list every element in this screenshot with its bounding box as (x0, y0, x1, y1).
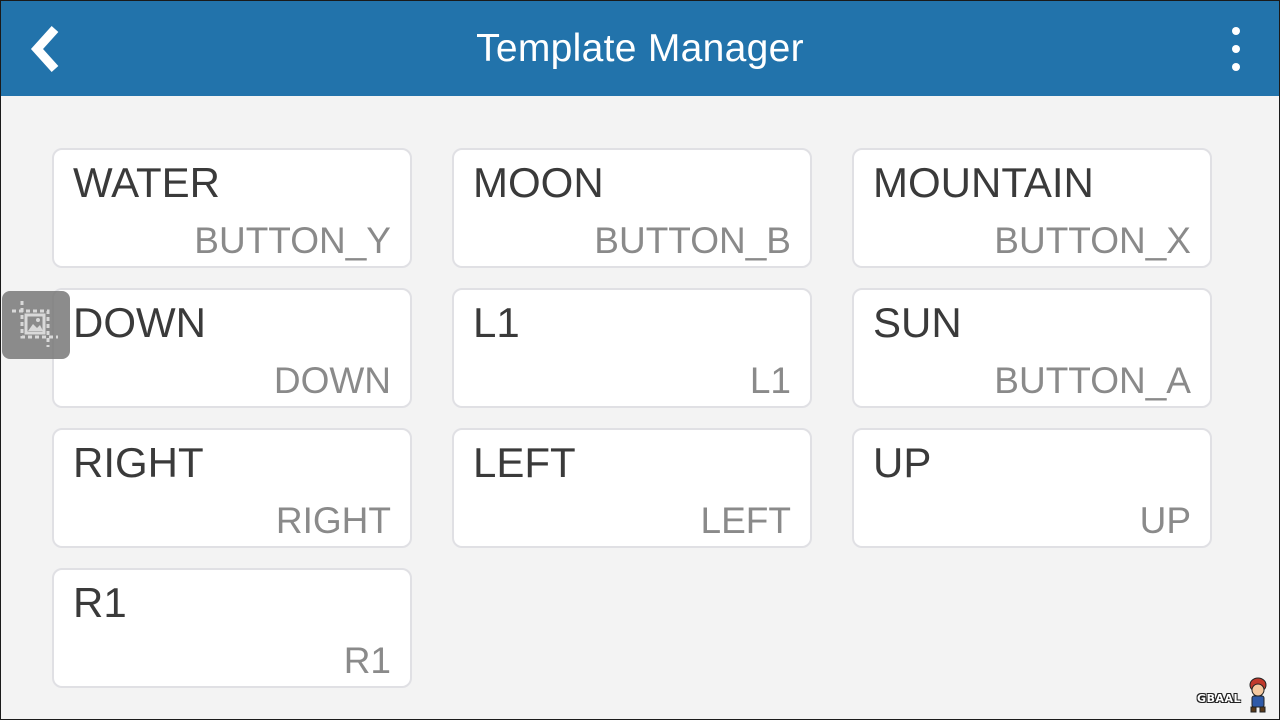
template-card[interactable]: MOUNTAIN BUTTON_X (852, 148, 1212, 268)
template-name: L1 (473, 299, 520, 346)
template-card[interactable]: WATER BUTTON_Y (52, 148, 412, 268)
template-name: WATER (73, 159, 220, 206)
template-mapping: R1 (343, 640, 391, 681)
template-name: DOWN (73, 299, 206, 346)
template-card[interactable]: SUN BUTTON_A (852, 288, 1212, 408)
template-mapping: DOWN (273, 360, 391, 401)
template-card[interactable]: MOON BUTTON_B (452, 148, 812, 268)
template-mapping: RIGHT (275, 500, 391, 541)
template-mapping: BUTTON_B (594, 220, 791, 261)
template-name: R1 (73, 579, 127, 626)
template-mapping: LEFT (700, 500, 791, 541)
template-grid: WATER BUTTON_Y MOON BUTTON_B MOUNTAIN BU… (52, 148, 1212, 688)
template-card[interactable]: L1 L1 (452, 288, 812, 408)
template-card[interactable]: RIGHT RIGHT (52, 428, 412, 548)
watermark: GBAAL (1197, 675, 1273, 713)
template-name: RIGHT (73, 439, 204, 486)
template-mapping: BUTTON_A (994, 360, 1191, 401)
template-card[interactable]: R1 R1 (52, 568, 412, 688)
screenshot-crop-icon (12, 301, 58, 347)
template-mapping: UP (1139, 500, 1191, 541)
template-name: SUN (873, 299, 962, 346)
overflow-menu-icon (1232, 27, 1240, 35)
mascot-icon (1249, 677, 1267, 713)
watermark-text: GBAAL (1197, 692, 1241, 705)
app-header: Template Manager (1, 1, 1279, 96)
template-card[interactable]: LEFT LEFT (452, 428, 812, 548)
chevron-left-icon (30, 25, 59, 73)
template-card[interactable]: DOWN DOWN (52, 288, 412, 408)
template-name: LEFT (473, 439, 576, 486)
template-mapping: L1 (749, 360, 791, 401)
template-name: UP (873, 439, 932, 486)
back-button[interactable] (23, 23, 71, 75)
page-title: Template Manager (476, 26, 804, 70)
template-mapping: BUTTON_X (994, 220, 1191, 261)
screenshot-crop-button[interactable] (2, 291, 70, 359)
template-name: MOON (473, 159, 604, 206)
template-card[interactable]: UP UP (852, 428, 1212, 548)
template-mapping: BUTTON_Y (194, 220, 391, 261)
overflow-menu-button[interactable] (1219, 27, 1253, 71)
app-window: Template Manager WATER BUTTON_Y MOON BUT… (0, 0, 1280, 720)
template-name: MOUNTAIN (873, 159, 1094, 206)
